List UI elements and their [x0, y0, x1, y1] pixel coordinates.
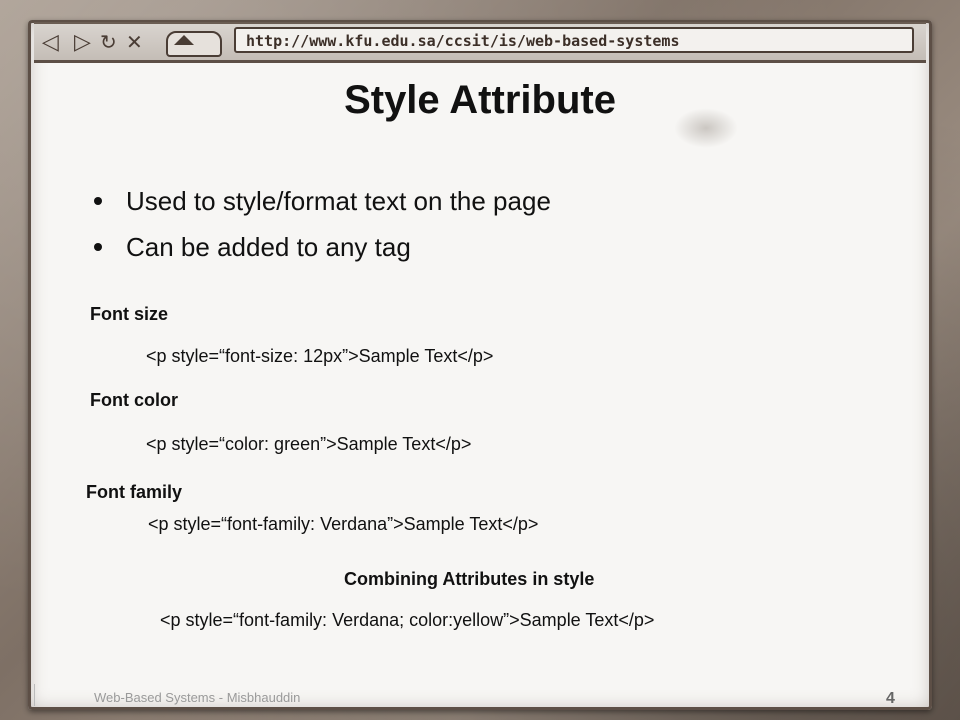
footer-divider	[34, 684, 35, 706]
back-arrow-icon: ◁	[42, 29, 59, 55]
code-example-combining: <p style=“font-family: Verdana; color:ye…	[160, 610, 655, 630]
code-example-font-color: <p style=“color: green”>Sample Text</p>	[146, 434, 472, 454]
reload-button[interactable]: ↻	[100, 30, 117, 54]
forward-arrow-icon: ▷	[74, 29, 91, 55]
bullet-item: Used to style/format text on the page	[90, 178, 551, 224]
section-label-font-family: Font family	[86, 482, 183, 502]
forward-button[interactable]: ▷	[74, 29, 91, 55]
bullet-list: Used to style/format text on the page Ca…	[90, 178, 551, 270]
bullet-item: Can be added to any tag	[90, 224, 551, 270]
address-bar[interactable]: http://www.kfu.edu.sa/ccsit/is/web-based…	[234, 27, 914, 53]
section-label-font-size: Font size	[90, 304, 169, 324]
section-label-combining: Combining Attributes in style	[344, 569, 595, 589]
bullet-text: Used to style/format text on the page	[126, 186, 551, 216]
stop-button[interactable]: ✕	[126, 30, 143, 54]
reload-icon: ↻	[100, 30, 117, 54]
slide-content: Style Attribute Used to style/format tex…	[34, 58, 926, 707]
bullet-text: Can be added to any tag	[126, 232, 411, 262]
back-button[interactable]: ◁	[42, 29, 59, 55]
code-example-font-family: <p style=“font-family: Verdana”>Sample T…	[148, 514, 539, 534]
home-button[interactable]	[166, 31, 222, 57]
section-label-font-color: Font color	[90, 390, 178, 410]
bullet-icon	[94, 197, 102, 205]
footer-text: Web-Based Systems - Misbhauddin	[94, 690, 301, 705]
stop-icon: ✕	[126, 30, 143, 54]
page-number: 4	[886, 690, 895, 707]
slide-title: Style Attribute	[344, 78, 616, 122]
bullet-icon	[94, 243, 102, 251]
code-example-font-size: <p style=“font-size: 12px”>Sample Text</…	[146, 346, 494, 366]
browser-toolbar: ◁ ▷ ↻ ✕ http://www.kfu.edu.sa/ccsit/is/w…	[34, 22, 926, 63]
home-icon	[174, 35, 194, 45]
